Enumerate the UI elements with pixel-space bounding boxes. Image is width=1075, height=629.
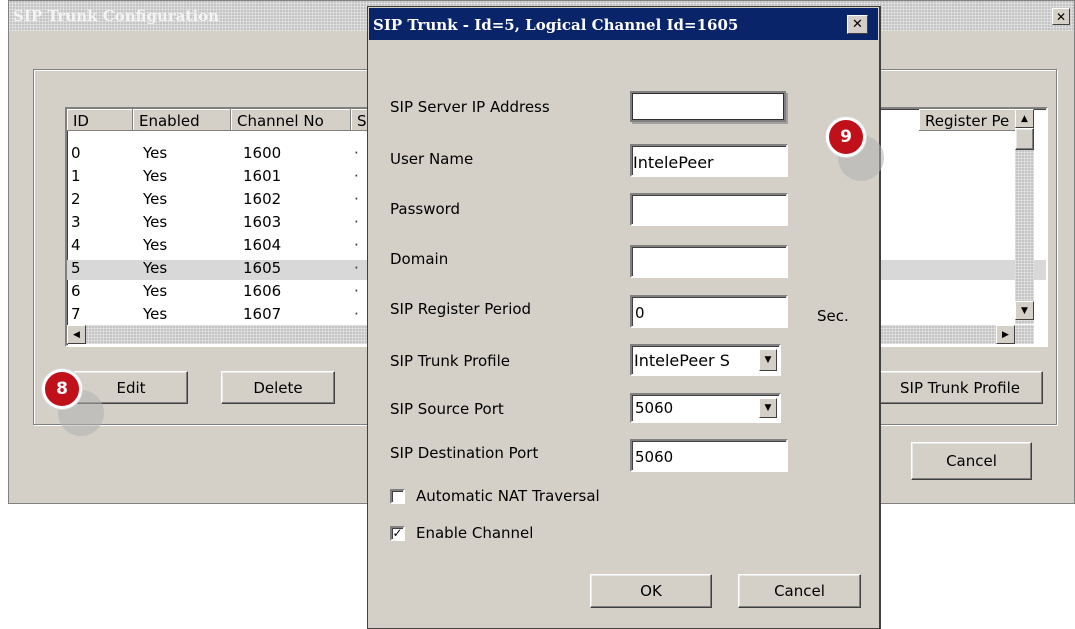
column-header-enabled[interactable]: Enabled <box>133 109 231 131</box>
ok-label: OK <box>640 582 662 600</box>
cell-channel-no: 1607 <box>243 305 282 323</box>
cell-channel-no: 1603 <box>243 213 282 231</box>
password-label: Password <box>390 200 461 218</box>
cell-truncated-marker: · <box>354 282 359 300</box>
arrow-up-icon: ▲ <box>1021 113 1028 124</box>
scroll-down-button[interactable]: ▼ <box>1015 301 1034 320</box>
close-icon: ✕ <box>1055 9 1067 24</box>
cell-id: 4 <box>71 236 81 254</box>
cell-id: 1 <box>71 167 81 185</box>
ok-button[interactable]: OK <box>590 574 712 608</box>
callout-badge-8: 8 <box>42 369 82 409</box>
user-name-value: IntelePeer <box>633 153 714 172</box>
cell-channel-no: 1602 <box>243 190 282 208</box>
chevron-down-icon: ▼ <box>764 355 772 365</box>
domain-input[interactable] <box>630 245 788 278</box>
back-window-close-button[interactable]: ✕ <box>1052 8 1070 25</box>
trunk-profile-dropdown-button[interactable]: ▼ <box>759 349 777 371</box>
column-header-register-period[interactable]: Register Pe <box>919 109 1019 131</box>
trunk-profile-value: IntelePeer S <box>634 351 730 370</box>
callout-badge-9: 9 <box>826 117 866 157</box>
edit-button-label: Edit <box>116 378 146 397</box>
dialog-cancel-button[interactable]: Cancel <box>738 574 861 608</box>
register-period-label: SIP Register Period <box>390 300 532 318</box>
sip-trunk-profile-label: SIP Trunk Profile <box>900 378 1020 397</box>
cell-truncated-marker: · <box>354 305 359 323</box>
register-period-input[interactable]: 0 <box>630 295 788 328</box>
close-icon: ✕ <box>852 17 863 32</box>
arrow-left-icon: ◀ <box>73 329 80 340</box>
cell-enabled: Yes <box>143 167 168 185</box>
cell-id: 7 <box>71 305 81 323</box>
source-port-dropdown-button[interactable]: ▼ <box>759 398 777 418</box>
destination-port-value: 5060 <box>635 448 674 466</box>
cell-id: 3 <box>71 213 81 231</box>
cell-truncated-marker: · <box>354 167 359 185</box>
cell-truncated-marker: · <box>354 213 359 231</box>
column-header-channel-no[interactable]: Channel No <box>231 109 351 131</box>
password-input[interactable] <box>630 193 788 226</box>
cell-enabled: Yes <box>143 282 168 300</box>
cell-channel-no: 1604 <box>243 236 282 254</box>
register-period-value: 0 <box>635 304 645 322</box>
register-period-unit: Sec. <box>817 307 849 325</box>
cell-id: 5 <box>71 259 81 277</box>
cell-enabled: Yes <box>143 190 168 208</box>
source-port-label: SIP Source Port <box>390 400 504 418</box>
delete-button-label: Delete <box>253 378 303 397</box>
delete-button[interactable]: Delete <box>221 371 335 404</box>
dialog-close-button[interactable]: ✕ <box>847 15 868 34</box>
server-ip-label: SIP Server IP Address <box>390 98 550 116</box>
scroll-right-button[interactable]: ▶ <box>996 325 1015 344</box>
domain-label: Domain <box>390 250 449 268</box>
dialog-cancel-label: Cancel <box>774 582 825 600</box>
destination-port-label: SIP Destination Port <box>390 444 539 462</box>
cell-id: 0 <box>71 144 81 162</box>
cell-channel-no: 1601 <box>243 167 282 185</box>
cell-truncated-marker: · <box>354 190 359 208</box>
cell-truncated-marker: · <box>354 144 359 162</box>
cell-channel-no: 1606 <box>243 282 282 300</box>
trunk-profile-dropdown[interactable]: IntelePeer S ▼ <box>630 344 781 376</box>
arrow-down-icon: ▼ <box>1021 305 1028 316</box>
dialog-title: SIP Trunk - Id=5, Logical Channel Id=160… <box>373 16 739 34</box>
cell-truncated-marker: · <box>354 236 359 254</box>
cell-id: 6 <box>71 282 81 300</box>
scroll-up-button[interactable]: ▲ <box>1015 109 1034 128</box>
cell-enabled: Yes <box>143 213 168 231</box>
dialog-title-bar: SIP Trunk - Id=5, Logical Channel Id=160… <box>369 8 878 40</box>
nat-traversal-label[interactable]: Automatic NAT Traversal <box>416 487 600 505</box>
trunk-profile-label: SIP Trunk Profile <box>390 352 510 370</box>
destination-port-input[interactable]: 5060 <box>630 439 788 472</box>
back-cancel-button[interactable]: Cancel <box>911 442 1032 480</box>
cell-truncated-marker: · <box>354 259 359 277</box>
back-window-title: SIP Trunk Configuration <box>13 7 220 25</box>
chevron-down-icon: ▼ <box>764 403 772 413</box>
cell-channel-no: 1600 <box>243 144 282 162</box>
server-ip-input[interactable] <box>630 91 786 122</box>
checkmark-icon: ✓ <box>392 526 403 540</box>
back-cancel-label: Cancel <box>946 452 997 470</box>
user-name-input[interactable]: IntelePeer <box>630 144 788 177</box>
vertical-scroll-thumb[interactable] <box>1015 128 1034 150</box>
sip-trunk-edit-dialog: SIP Trunk - Id=5, Logical Channel Id=160… <box>367 6 880 629</box>
source-port-dropdown[interactable]: 5060 ▼ <box>630 393 781 423</box>
cell-enabled: Yes <box>143 236 168 254</box>
user-name-label: User Name <box>390 150 474 168</box>
arrow-right-icon: ▶ <box>1002 329 1009 340</box>
cell-id: 2 <box>71 190 81 208</box>
cell-channel-no: 1605 <box>243 259 282 277</box>
vertical-scrollbar[interactable]: ▲ ▼ <box>1015 109 1034 324</box>
cell-enabled: Yes <box>143 144 168 162</box>
sip-trunk-profile-button[interactable]: SIP Trunk Profile <box>877 371 1043 404</box>
source-port-value: 5060 <box>635 399 674 417</box>
cell-enabled: Yes <box>143 305 168 323</box>
enable-channel-checkbox[interactable]: ✓ <box>390 526 405 541</box>
cell-enabled: Yes <box>143 259 168 277</box>
enable-channel-label[interactable]: Enable Channel <box>416 524 533 542</box>
column-header-id[interactable]: ID <box>67 109 133 131</box>
scroll-left-button[interactable]: ◀ <box>67 325 86 344</box>
nat-traversal-checkbox[interactable] <box>390 489 405 504</box>
